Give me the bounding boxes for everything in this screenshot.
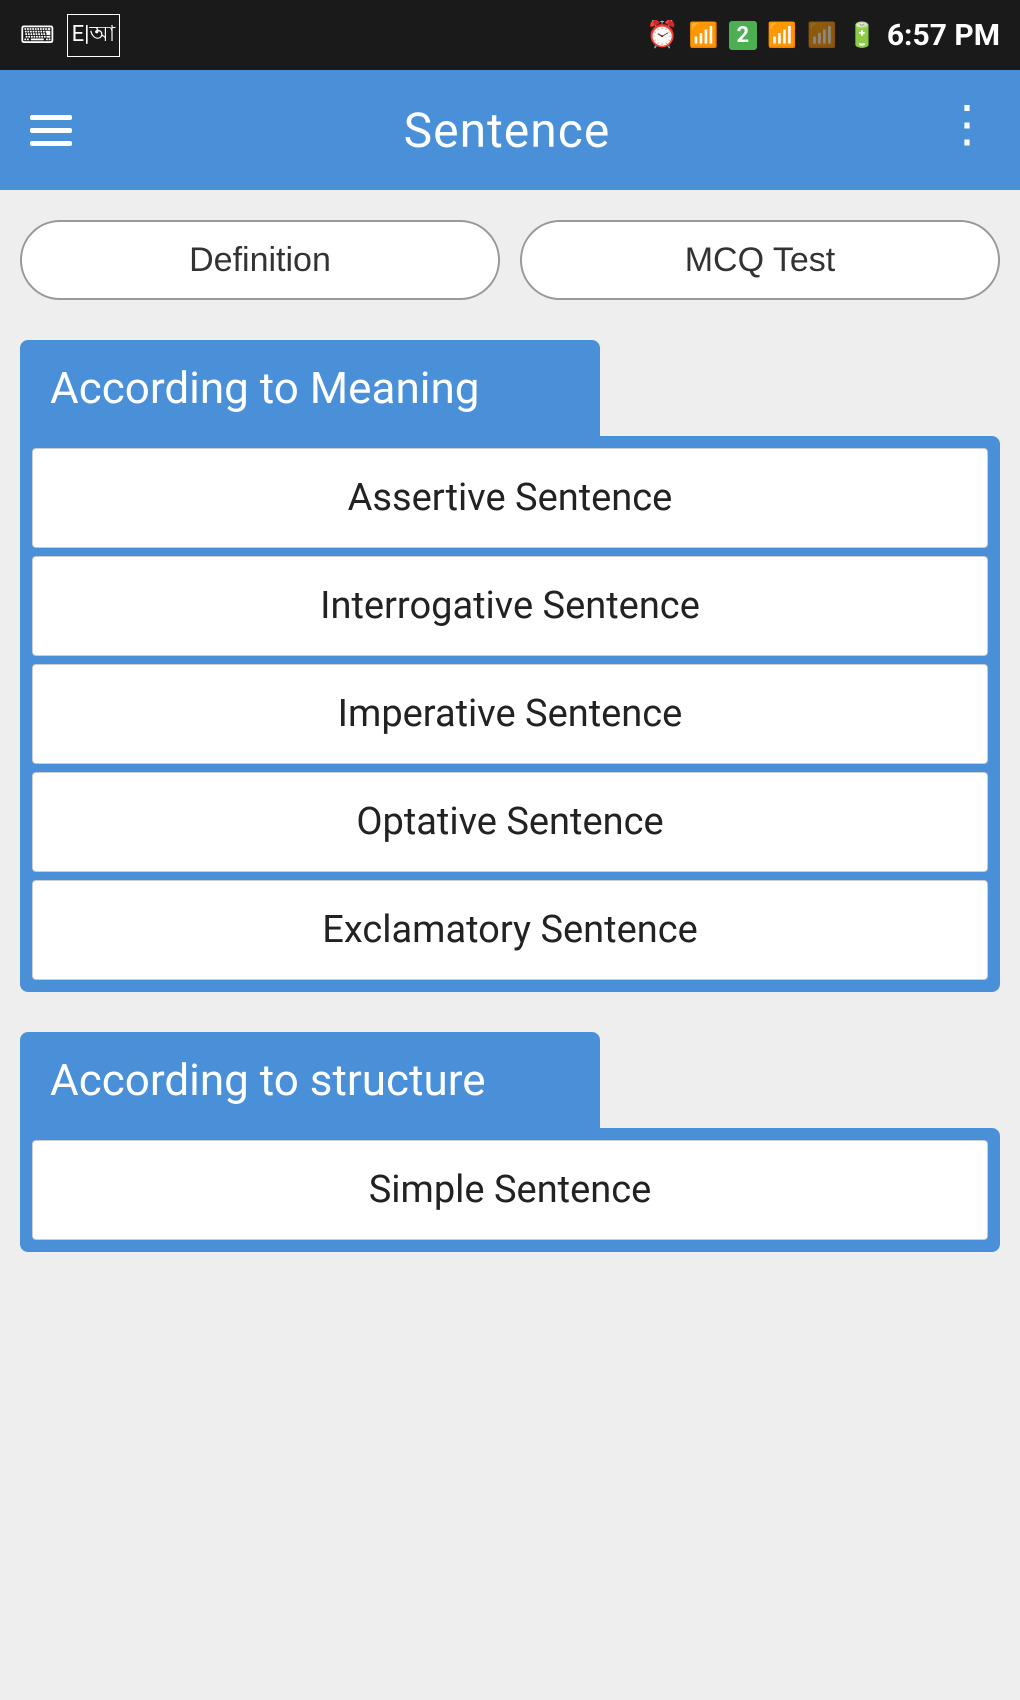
according-to-meaning-body: Assertive Sentence Interrogative Sentenc… [20, 436, 1000, 992]
signal-icon: 📶 [767, 21, 797, 49]
status-bar-right-icons: ⏰ 📶 2 📶 📶 🔋 6:57 PM [646, 18, 1000, 53]
definition-tab[interactable]: Definition [20, 220, 500, 300]
signal2-icon: 📶 [807, 21, 837, 49]
usb-icon: ⌨ [20, 21, 55, 49]
sim-badge: 2 [729, 21, 758, 50]
according-to-structure-header: According to structure [20, 1032, 600, 1128]
app-bar: Sentence ⋮ [0, 70, 1020, 190]
list-item[interactable]: Simple Sentence [32, 1140, 988, 1240]
according-to-structure-section: According to structure Simple Sentence [20, 1032, 1000, 1252]
list-item[interactable]: Optative Sentence [32, 772, 988, 872]
hamburger-menu-button[interactable] [30, 115, 72, 146]
list-item[interactable]: Assertive Sentence [32, 448, 988, 548]
hamburger-line-2 [30, 128, 72, 133]
status-bar: ⌨ E|আ ⏰ 📶 2 📶 📶 🔋 6:57 PM [0, 0, 1020, 70]
according-to-meaning-section: According to Meaning Assertive Sentence … [20, 340, 1000, 992]
alarm-icon: ⏰ [646, 20, 678, 50]
list-item[interactable]: Interrogative Sentence [32, 556, 988, 656]
tab-row: Definition MCQ Test [20, 220, 1000, 300]
battery-icon: 🔋 [847, 21, 877, 49]
hamburger-line-3 [30, 141, 72, 146]
according-to-structure-body: Simple Sentence [20, 1128, 1000, 1252]
app-bar-title: Sentence [404, 102, 611, 159]
according-to-meaning-header: According to Meaning [20, 340, 600, 436]
time-display: 6:57 PM [887, 18, 1000, 53]
list-item[interactable]: Exclamatory Sentence [32, 880, 988, 980]
content-area: Definition MCQ Test According to Meaning… [0, 190, 1020, 1700]
hamburger-line-1 [30, 115, 72, 120]
status-bar-left-icons: ⌨ E|আ [20, 14, 120, 57]
mcq-test-tab[interactable]: MCQ Test [520, 220, 1000, 300]
wifi-icon: 📶 [689, 21, 719, 49]
more-options-button[interactable]: ⋮ [942, 100, 990, 160]
dictionary-icon: E|আ [67, 14, 121, 57]
list-item[interactable]: Imperative Sentence [32, 664, 988, 764]
